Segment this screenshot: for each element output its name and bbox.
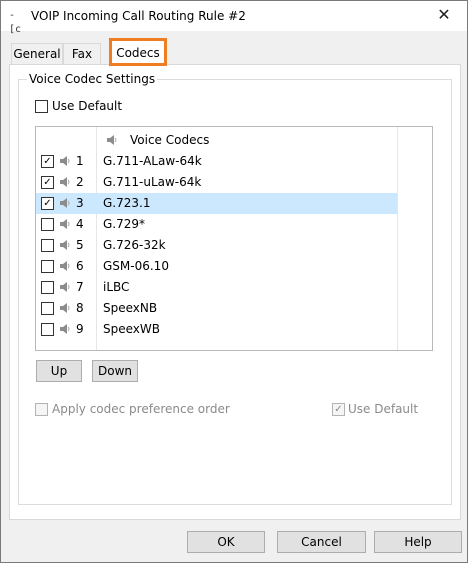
speaker-icon xyxy=(60,282,70,292)
codec-checkbox[interactable]: ✓ xyxy=(41,176,54,189)
codec-row[interactable]: 5 G.726-32k xyxy=(36,235,397,256)
codec-priority: 7 xyxy=(76,280,84,294)
apply-order-label: Apply codec preference order xyxy=(52,402,230,416)
codec-row[interactable]: 8 SpeexNB xyxy=(36,298,397,319)
codec-name: GSM-06.10 xyxy=(103,259,169,273)
list-header: Voice Codecs xyxy=(36,127,432,153)
tab-codecs[interactable]: Codecs xyxy=(109,38,167,66)
codec-checkbox[interactable]: ✓ xyxy=(41,197,54,210)
ok-button[interactable]: OK xyxy=(187,531,265,553)
codec-row[interactable]: ✓ 2 G.711-uLaw-64k xyxy=(36,172,397,193)
codec-name: SpeexWB xyxy=(103,322,160,336)
codec-priority: 9 xyxy=(76,322,84,336)
speaker-icon xyxy=(60,198,70,208)
speaker-icon xyxy=(60,324,70,334)
speaker-icon xyxy=(60,219,70,229)
speaker-icon xyxy=(60,240,70,250)
codec-row[interactable]: 7 iLBC xyxy=(36,277,397,298)
codec-name: G.729* xyxy=(103,217,146,231)
close-button[interactable]: ✕ xyxy=(429,3,459,27)
phone-app-icon: -[c xyxy=(9,10,22,35)
codec-name: iLBC xyxy=(103,280,130,294)
cancel-button[interactable]: Cancel xyxy=(277,531,366,553)
use-default-checkbox[interactable] xyxy=(35,100,48,113)
codec-row[interactable]: 9 SpeexWB xyxy=(36,319,397,340)
codec-name: G.723.1 xyxy=(103,196,151,210)
codec-list[interactable]: Voice Codecs ✓ 1 G.711-ALaw-64k ✓ 2 G.711-uLa… xyxy=(35,126,433,351)
codec-row[interactable]: ✓ 3 G.723.1 xyxy=(36,193,397,214)
tab-general[interactable]: General xyxy=(11,43,63,64)
title-bar[interactable]: -[c VOIP Incoming Call Routing Rule #2 ✕ xyxy=(1,1,467,35)
up-button[interactable]: Up xyxy=(36,360,82,382)
speaker-icon xyxy=(60,261,70,271)
codec-checkbox[interactable] xyxy=(41,281,54,294)
codec-checkbox[interactable] xyxy=(41,302,54,315)
groupbox-title: Voice Codec Settings xyxy=(27,72,158,86)
codec-row[interactable]: ✓ 1 G.711-ALaw-64k xyxy=(36,151,397,172)
codec-priority: 1 xyxy=(76,154,84,168)
codec-checkbox[interactable]: ✓ xyxy=(41,155,54,168)
apply-order-checkbox[interactable] xyxy=(35,403,48,416)
codec-name: G.711-uLaw-64k xyxy=(103,175,202,189)
codec-name: G.726-32k xyxy=(103,238,166,252)
column-separator xyxy=(397,127,398,350)
speaker-icon xyxy=(107,135,117,145)
codec-checkbox[interactable] xyxy=(41,239,54,252)
codec-row[interactable]: 6 GSM-06.10 xyxy=(36,256,397,277)
speaker-icon xyxy=(60,156,70,166)
speaker-icon xyxy=(60,303,70,313)
voice-codecs-header[interactable]: Voice Codecs xyxy=(130,133,209,147)
codec-priority: 3 xyxy=(76,196,84,210)
window-title: VOIP Incoming Call Routing Rule #2 xyxy=(31,9,246,23)
codec-checkbox[interactable] xyxy=(41,218,54,231)
dialog-window: -[c VOIP Incoming Call Routing Rule #2 ✕… xyxy=(0,0,468,563)
help-button[interactable]: Help xyxy=(374,531,462,553)
down-button[interactable]: Down xyxy=(92,360,138,382)
speaker-icon xyxy=(60,177,70,187)
codec-priority: 4 xyxy=(76,217,84,231)
use-default-bottom-checkbox[interactable]: ✓ xyxy=(332,403,345,416)
codec-name: SpeexNB xyxy=(103,301,158,315)
use-default-label: Use Default xyxy=(52,99,123,113)
codec-priority: 5 xyxy=(76,238,84,252)
codec-name: G.711-ALaw-64k xyxy=(103,154,202,168)
codec-priority: 2 xyxy=(76,175,84,189)
codec-checkbox[interactable] xyxy=(41,323,54,336)
codec-priority: 6 xyxy=(76,259,84,273)
codec-checkbox[interactable] xyxy=(41,260,54,273)
use-default-bottom-label: Use Default xyxy=(348,402,419,416)
codec-priority: 8 xyxy=(76,301,84,315)
tab-fax[interactable]: Fax xyxy=(63,43,101,64)
codec-row[interactable]: 4 G.729* xyxy=(36,214,397,235)
